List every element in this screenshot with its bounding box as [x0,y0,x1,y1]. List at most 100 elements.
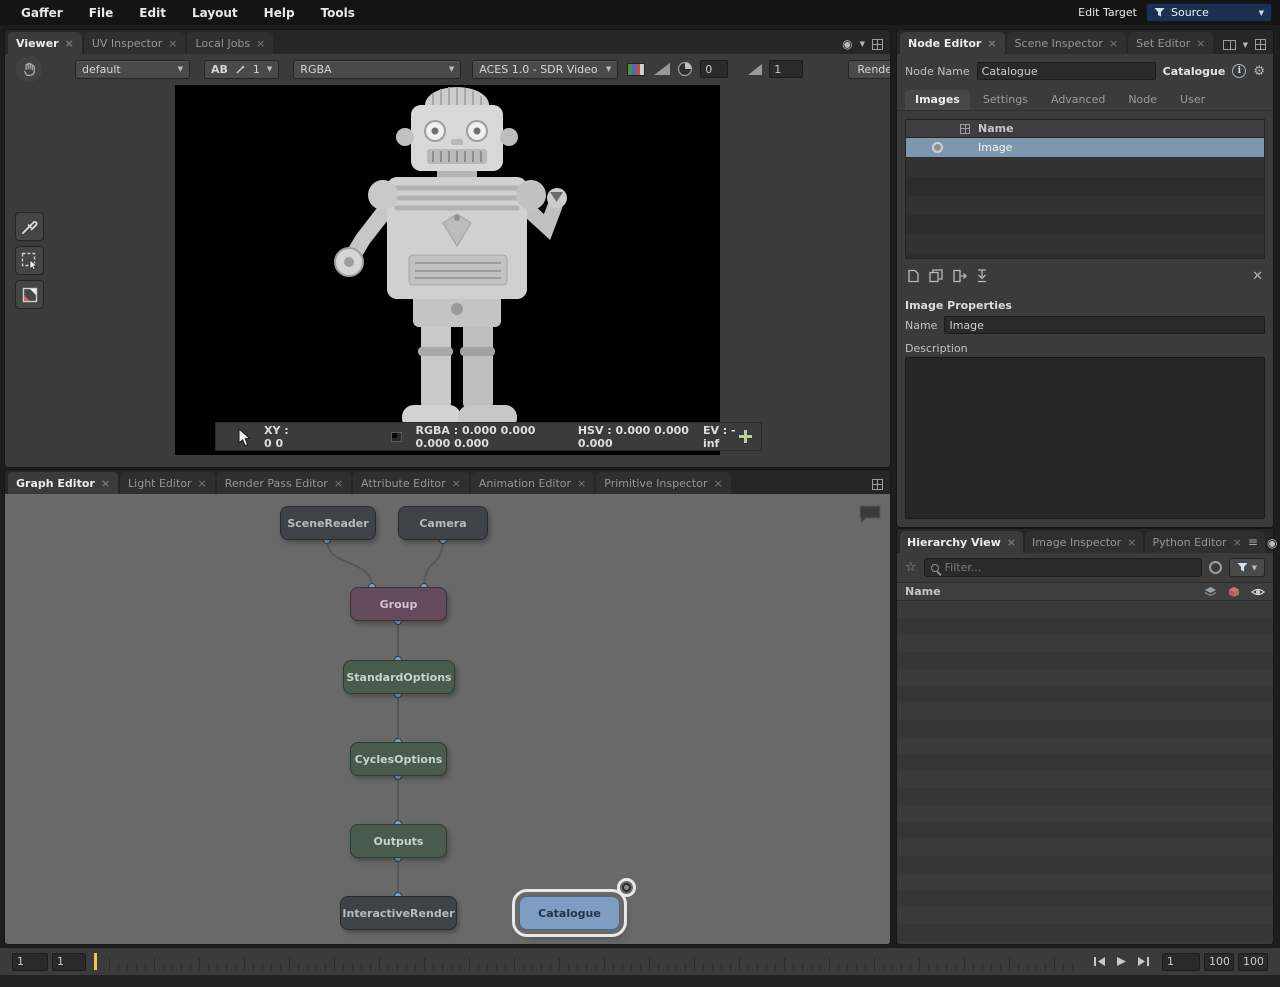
close-icon[interactable]: × [1127,537,1136,548]
clipping-indicator-icon[interactable] [677,61,693,77]
gamma-gradient-icon[interactable] [748,64,762,75]
tab-image-inspector[interactable]: Image Inspector× [1025,531,1143,553]
node-cyclesoptions[interactable]: CyclesOptions [350,742,447,776]
pin-editor-icon[interactable]: ◉ [842,38,852,50]
node-group[interactable]: Group [350,587,447,621]
close-icon[interactable]: × [987,38,996,49]
new-image-icon[interactable] [907,269,920,283]
render-button[interactable]: Render [848,60,890,79]
tab-scene-inspector[interactable]: Scene Inspector× [1007,32,1127,54]
channels-select[interactable]: RGBA▼ [293,60,461,79]
subtab-user[interactable]: User [1170,90,1215,110]
add-readout-icon[interactable] [739,430,749,443]
close-icon[interactable]: × [1109,38,1118,49]
image-name-field[interactable] [944,316,1265,334]
refresh-icon[interactable] [1209,561,1222,574]
geometry-column-icon[interactable] [1204,586,1217,598]
close-icon[interactable]: × [1233,537,1242,548]
tab-node-editor[interactable]: Node Editor× [900,32,1005,54]
subtab-settings[interactable]: Settings [973,90,1038,110]
gamma-field[interactable] [769,60,803,78]
close-icon[interactable]: × [1196,38,1205,49]
bookmark-star-icon[interactable]: ☆ [905,561,917,574]
image-description-field[interactable] [905,357,1265,519]
close-icon[interactable]: × [452,478,461,489]
tab-hierarchy-view[interactable]: Hierarchy View× [900,531,1023,553]
timeline-start2-field[interactable] [52,953,86,971]
display-transform-select[interactable]: ACES 1.0 - SDR Video▼ [472,60,618,79]
timeline-start-field[interactable] [12,953,48,971]
select-tool[interactable] [15,246,44,275]
pan-tool-button[interactable] [16,56,42,82]
skip-to-start-button[interactable] [1091,954,1108,970]
tab-set-editor[interactable]: Set Editor× [1128,32,1213,54]
export-image-icon[interactable] [952,269,967,283]
close-icon[interactable]: × [577,478,586,489]
menu-tools[interactable]: Tools [308,6,368,20]
layout-grid-icon[interactable] [872,479,883,490]
tab-attribute-editor[interactable]: Attribute Editor× [353,472,469,494]
menu-gaffer[interactable]: Gaffer [8,6,76,20]
subtab-images[interactable]: Images [905,90,970,110]
close-icon[interactable]: × [714,478,723,489]
close-icon[interactable]: × [334,478,343,489]
tab-overflow-menu-icon[interactable]: ≡ [1248,536,1258,548]
visibility-eye-icon[interactable] [1251,587,1265,597]
gear-icon[interactable]: ⚙ [1253,65,1265,78]
playhead[interactable] [94,953,97,970]
play-button[interactable] [1113,954,1130,970]
wedge-icon[interactable] [235,64,246,75]
chevron-down-icon[interactable]: ▼ [267,65,272,73]
layout-grid-icon[interactable] [872,39,883,50]
viewport[interactable] [175,85,720,455]
layout-grid-icon[interactable] [1255,39,1266,50]
tab-render-pass-editor[interactable]: Render Pass Editor× [217,472,351,494]
catalogue-status-handle[interactable] [617,878,636,897]
filter-mode-button[interactable]: ▼ [1229,558,1265,577]
filter-input[interactable] [945,561,1195,574]
menu-file[interactable]: File [76,6,127,20]
menu-layout[interactable]: Layout [179,6,251,20]
duplicate-image-icon[interactable] [929,269,943,283]
exposure-field[interactable] [700,60,728,78]
node-name-field[interactable] [977,62,1156,80]
subtab-advanced[interactable]: Advanced [1041,90,1115,110]
frame-ruler[interactable] [109,953,1081,971]
tab-animation-editor[interactable]: Animation Editor× [471,472,594,494]
node-scenereader[interactable]: SceneReader [280,506,376,540]
ab-compare-button[interactable]: AB [211,63,228,76]
info-icon[interactable]: i [1232,64,1246,78]
chevron-down-icon[interactable]: ▼ [1243,41,1248,49]
tab-python-editor[interactable]: Python Editor×≡ [1145,531,1264,553]
graph-canvas[interactable]: SceneReader Camera Group StandardOptions… [5,494,890,944]
tab-light-editor[interactable]: Light Editor× [120,472,215,494]
compare-index-button[interactable]: 1 [253,63,260,76]
render-column-icon[interactable] [1228,586,1240,598]
skip-to-end-button[interactable] [1135,954,1152,970]
exposure-gradient-icon[interactable] [654,63,670,75]
histogram-tool[interactable] [15,280,44,309]
node-catalogue-selected[interactable]: Catalogue [519,896,620,930]
close-icon[interactable]: × [198,478,207,489]
tab-graph-editor[interactable]: Graph Editor× [8,472,118,494]
close-icon[interactable]: × [256,38,265,49]
chevron-down-icon[interactable]: ▼ [860,40,865,48]
subtab-node[interactable]: Node [1118,90,1167,110]
close-icon[interactable]: × [168,38,177,49]
image-row-selected[interactable]: Image [906,138,1264,157]
annotation-bubble-icon[interactable] [858,504,882,524]
timeline-end-field[interactable] [1204,953,1234,971]
tab-uv-inspector[interactable]: UV Inspector× [84,32,186,54]
node-outputs[interactable]: Outputs [350,824,447,858]
filter-search-box[interactable] [924,558,1202,577]
tab-primitive-inspector[interactable]: Primitive Inspector× [596,472,730,494]
close-icon[interactable]: × [65,38,74,49]
timeline-end2-field[interactable] [1238,953,1268,971]
close-icon[interactable]: × [1007,537,1016,548]
current-frame-field[interactable] [1162,953,1200,971]
tab-viewer[interactable]: Viewer× [8,32,82,54]
tab-local-jobs[interactable]: Local Jobs× [187,32,273,54]
color-bars-icon[interactable] [627,63,645,76]
split-layout-icon[interactable] [1223,40,1236,50]
node-standardoptions[interactable]: StandardOptions [343,660,455,694]
